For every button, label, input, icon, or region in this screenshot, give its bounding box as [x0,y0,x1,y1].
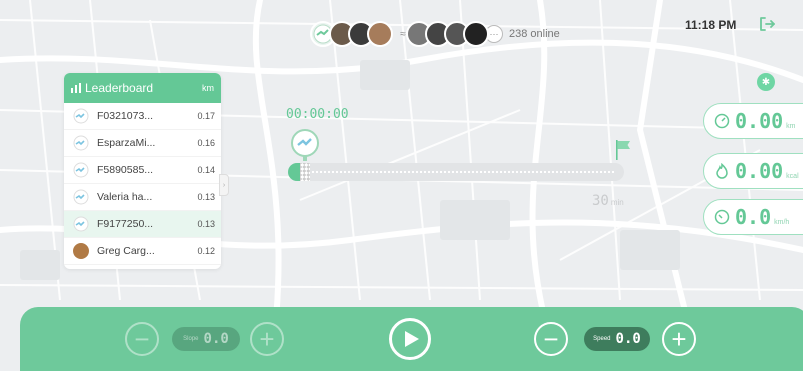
leaderboard-title: Leaderboard [85,81,154,95]
leaderboard-name: F5890585... [97,164,154,176]
slope-value: 0.0 [203,331,229,347]
leaderboard-header: Leaderboard km [64,73,221,103]
calories-stat: 0.00 kcal [703,153,803,189]
exit-icon[interactable] [758,15,776,33]
speed-control-value: 0.0 [615,331,641,347]
distance-value: 0.00 [735,109,784,133]
speed-stat: 0.0 km/h [703,199,803,235]
online-avatar[interactable] [463,21,489,47]
slope-decrease-button[interactable]: − [125,322,159,356]
robot-avatar-icon [73,108,89,124]
online-users: ≈ ··· 238 online [310,20,560,48]
progress-track [288,163,624,181]
target-duration: 30 min [592,193,624,209]
distance-unit: km [786,122,796,130]
clock: 11:18 PM [685,18,737,32]
leaderboard-row[interactable]: Valeria ha... 0.13 [64,184,221,211]
slope-display: Slope 0.0 [172,327,240,351]
flame-icon [716,163,728,179]
bluetooth-icon[interactable]: ✱ [757,73,775,91]
speed-decrease-button[interactable]: − [534,322,568,356]
leaderboard-row[interactable]: Greg Carg... 0.12 [64,238,221,265]
calories-value: 0.00 [735,159,784,183]
track-start-marker [288,163,310,181]
online-count: 238 online [509,28,560,40]
robot-avatar-icon [73,162,89,178]
leaderboard-distance: 0.13 [197,192,215,202]
leaderboard-distance: 0.17 [197,111,215,121]
leaderboard-name: F0321073... [97,110,154,122]
target-value: 30 [592,193,609,209]
leaderboard-panel: Leaderboard km F0321073... 0.17 EsparzaM… [64,73,221,269]
slope-increase-button[interactable]: + [250,322,284,356]
robot-avatar-icon [73,189,89,205]
runner-pin-icon [303,155,307,161]
speed-label: Speed [593,336,611,342]
leaderboard-unit: km [202,83,214,93]
finish-flag-icon [614,139,634,161]
elapsed-time: 00:00:00 [286,107,349,122]
leaderboard-row[interactable]: EsparzaMi... 0.16 [64,130,221,157]
leaderboard-distance: 0.16 [197,138,215,148]
leaderboard-name: EsparzaMi... [97,137,156,149]
slope-label: Slope [183,336,199,342]
speed-unit: km/h [774,218,790,226]
calories-unit: kcal [786,172,799,180]
runner-avatar-icon [291,129,319,157]
leaderboard-collapse-handle[interactable]: › [219,174,229,196]
leaderboard-row[interactable]: F5890585... 0.14 [64,157,221,184]
robot-avatar-icon [73,135,89,151]
speed-value: 0.0 [735,205,772,229]
distance-stat: 0.00 km [703,103,803,139]
bar-chart-icon [71,83,81,93]
track-dotted-line [300,171,614,173]
leaderboard-name: F9177250... [97,218,154,230]
user-photo-avatar [73,243,89,259]
online-avatar[interactable] [367,21,393,47]
play-button[interactable] [389,318,431,360]
leaderboard-distance: 0.12 [197,246,215,256]
target-unit: min [610,198,624,207]
leaderboard-distance: 0.13 [197,219,215,229]
play-icon [404,331,419,347]
leaderboard-row-current-user[interactable]: F9177250... 0.13 [64,211,221,238]
robot-avatar-icon [73,216,89,232]
speed-increase-button[interactable]: + [662,322,696,356]
speedometer-icon [714,209,730,225]
odometer-icon [714,113,730,129]
speed-display: Speed 0.0 [584,327,650,351]
leaderboard-row[interactable]: F0321073... 0.17 [64,103,221,130]
leaderboard-name: Greg Carg... [97,245,155,257]
leaderboard-distance: 0.14 [197,165,215,175]
leaderboard-name: Valeria ha... [97,191,153,203]
